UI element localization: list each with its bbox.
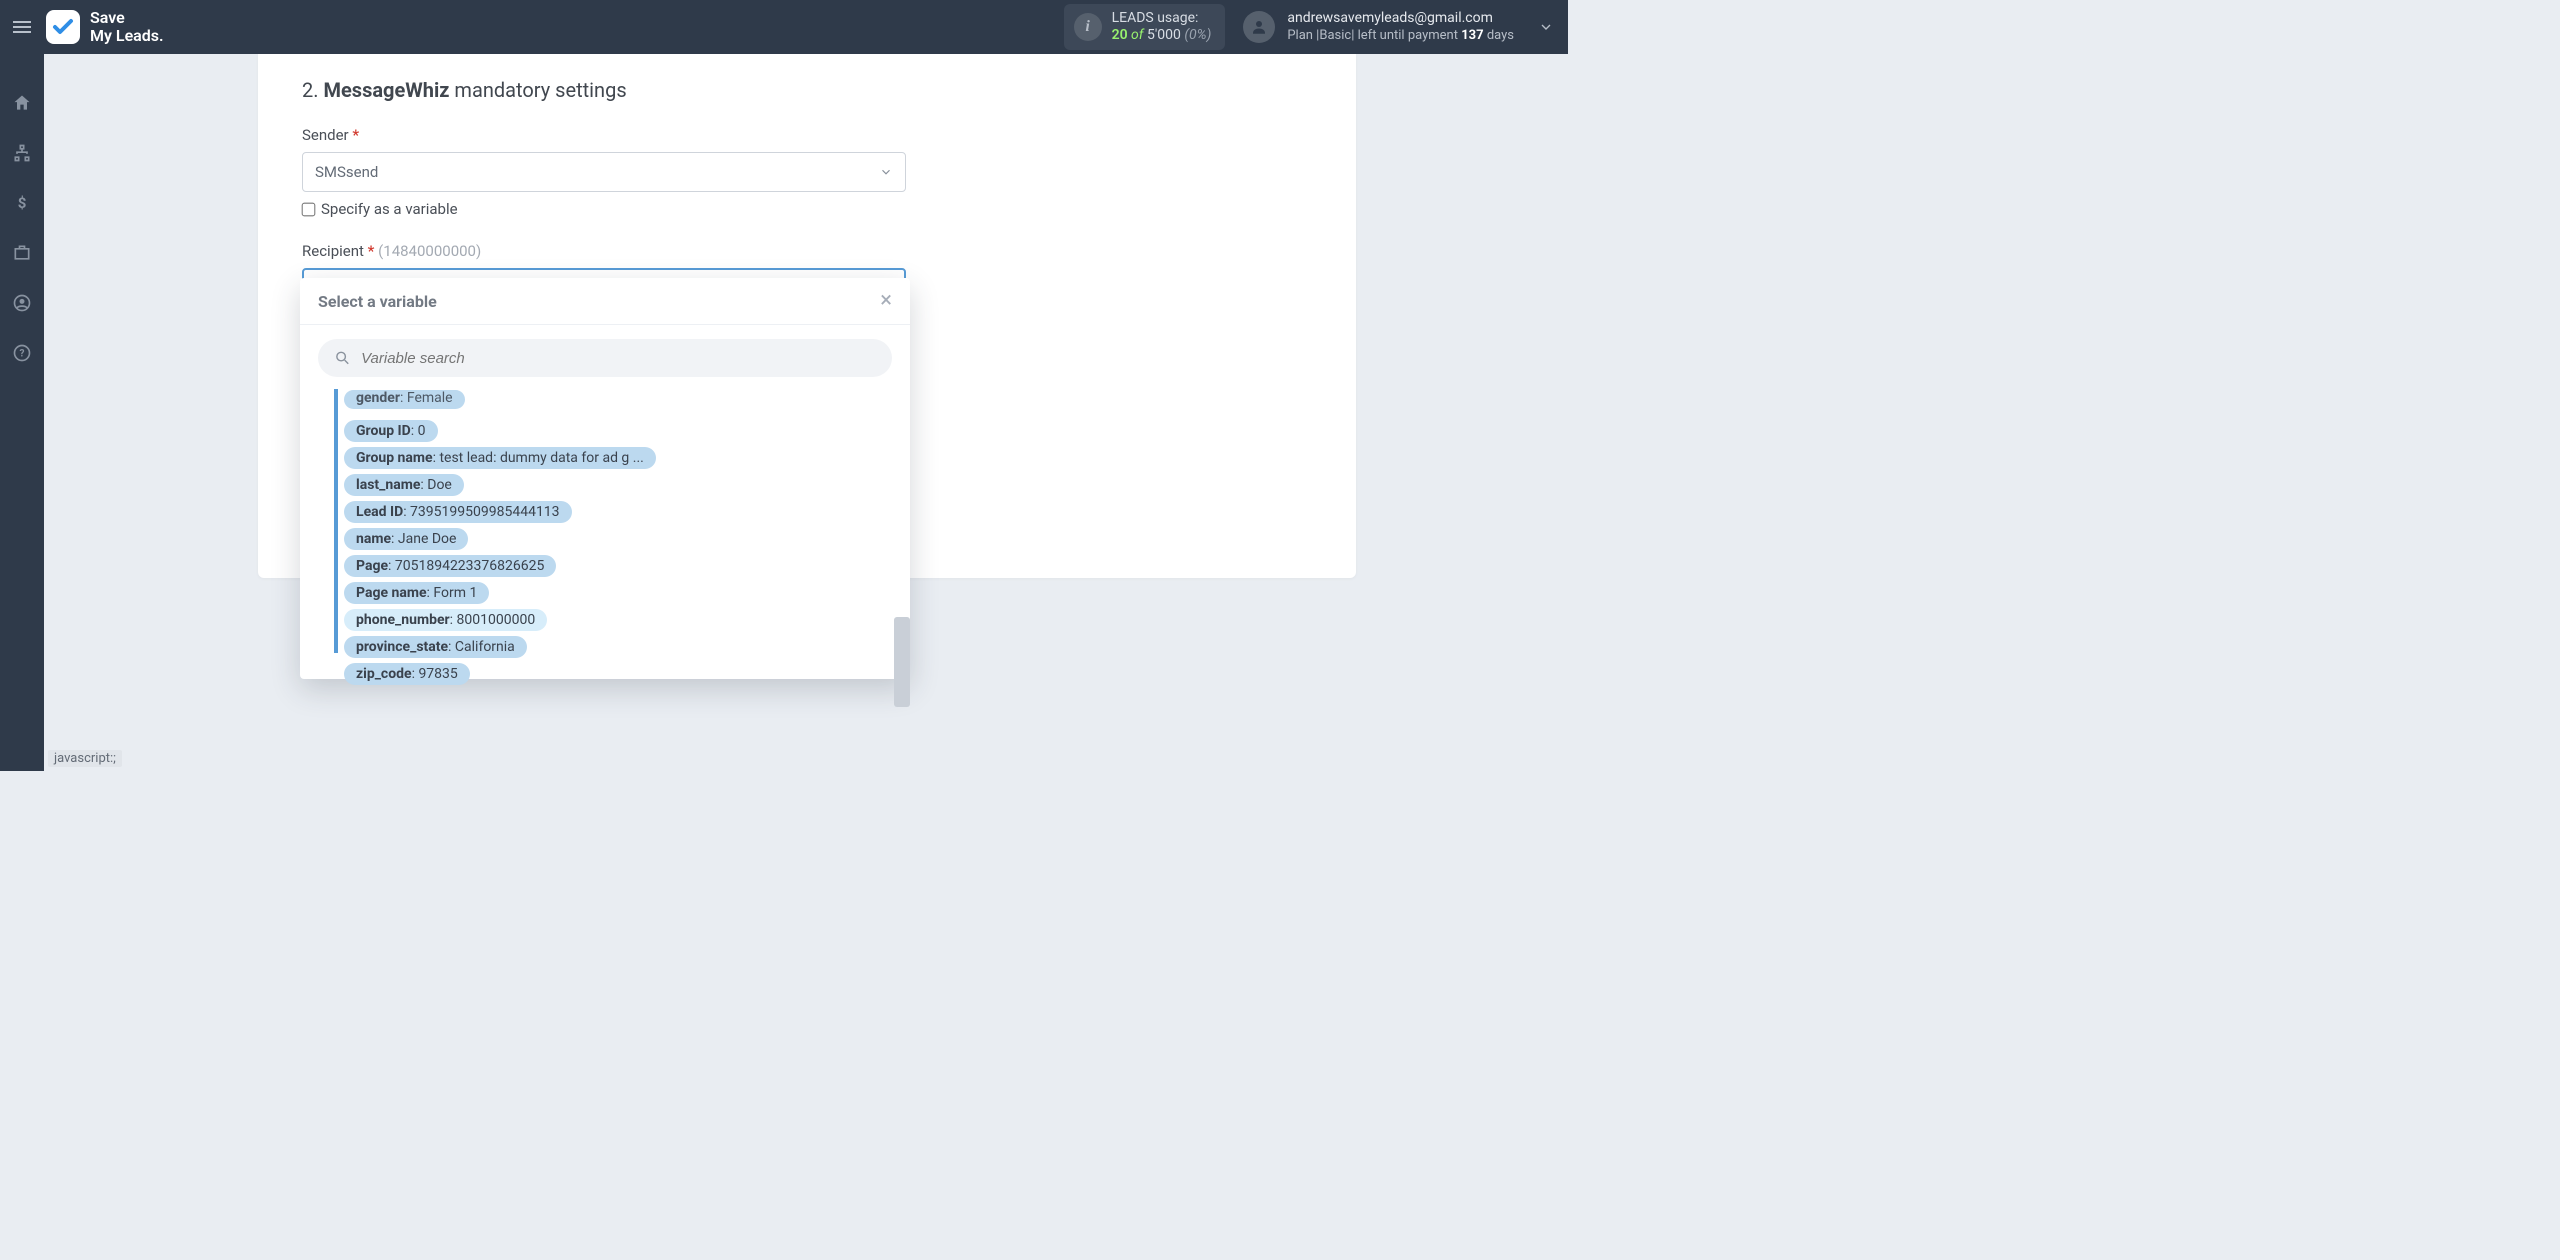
avatar [1243, 11, 1275, 43]
sender-label: Sender * [302, 126, 1312, 144]
leads-of: of [1128, 27, 1147, 43]
variable-option[interactable]: last_name: Doe [344, 474, 886, 496]
svg-text:$: $ [18, 194, 27, 212]
variable-option[interactable]: phone_number: 8001000000 [344, 609, 886, 631]
variable-option[interactable]: province_state: California [344, 636, 886, 658]
variable-option[interactable]: Page: 7051894223376826625 [344, 555, 886, 577]
leads-usage-text: LEADS usage: 20 of 5'000 (0%) [1112, 10, 1212, 44]
variable-option[interactable]: Group ID: 0 [344, 420, 886, 442]
step-title: 2. MessageWhiz mandatory settings [302, 78, 1312, 102]
group-indicator [334, 389, 338, 653]
variable-option[interactable]: Group name: test lead: dummy data for ad… [344, 447, 886, 469]
sidebar: $ ? [0, 54, 44, 771]
required-asterisk: * [352, 126, 359, 144]
leads-used: 20 [1112, 27, 1128, 43]
user-email: andrewsavemyleads@gmail.com [1287, 10, 1514, 28]
leads-limit: 5'000 [1147, 27, 1181, 43]
main-canvas: 2. MessageWhiz mandatory settings Sender… [44, 54, 1568, 771]
dropdown-scrollbar[interactable] [894, 617, 910, 707]
dropdown-header: Select a variable × [300, 278, 910, 325]
plan-mid: | left until payment [1351, 28, 1461, 43]
step-tail: mandatory settings [449, 78, 626, 102]
variable-search-input[interactable] [361, 350, 876, 367]
leads-pct: (0%) [1184, 27, 1211, 43]
variable-option-truncated[interactable]: gender: Female [344, 393, 886, 415]
chevron-down-icon [879, 165, 893, 179]
required-asterisk: * [368, 242, 375, 260]
user-menu-toggle[interactable] [1524, 19, 1568, 35]
dropdown-close-button[interactable]: × [880, 290, 892, 312]
plan-name: Basic [1319, 28, 1351, 43]
home-icon [12, 93, 32, 113]
recipient-label: Recipient [302, 242, 364, 260]
sender-value: SMSsend [315, 163, 378, 181]
brand-title: Save My Leads. [90, 9, 164, 44]
step-num: 2. [302, 78, 323, 102]
sidebar-item-connections[interactable] [0, 134, 44, 172]
menu-toggle-button[interactable] [0, 0, 44, 54]
info-icon: i [1074, 13, 1102, 41]
specify-variable-checkbox[interactable] [302, 202, 316, 216]
recipient-label-row: Recipient * (14840000000) [302, 242, 1312, 260]
leads-usage-box[interactable]: i LEADS usage: 20 of 5'000 (0%) [1064, 4, 1226, 50]
brand-logo[interactable] [46, 10, 80, 44]
sidebar-item-account[interactable] [0, 284, 44, 322]
variable-dropdown: Select a variable × gender: Female Group… [300, 278, 910, 679]
sidebar-item-billing[interactable]: $ [0, 184, 44, 222]
sidebar-item-home[interactable] [0, 84, 44, 122]
step-name: MessageWhiz [323, 78, 449, 102]
brand-line2: My Leads. [90, 27, 164, 45]
app-header: Save My Leads. i LEADS usage: 20 of 5'00… [0, 0, 1568, 54]
sidebar-item-briefcase[interactable] [0, 234, 44, 272]
sidebar-item-help[interactable]: ? [0, 334, 44, 372]
sitemap-icon [12, 143, 32, 163]
briefcase-icon [12, 243, 32, 263]
user-menu[interactable]: andrewsavemyleads@gmail.com Plan |Basic|… [1243, 10, 1524, 44]
dollar-icon: $ [12, 193, 32, 213]
plan-prefix: Plan | [1287, 28, 1319, 43]
user-text: andrewsavemyleads@gmail.com Plan |Basic|… [1287, 10, 1514, 44]
sender-select[interactable]: SMSsend [302, 152, 906, 192]
hamburger-icon [10, 15, 34, 39]
variable-search[interactable] [318, 339, 892, 377]
variable-option[interactable]: zip_code: 97835 [344, 663, 886, 685]
leads-usage-label: LEADS usage: [1112, 10, 1212, 27]
specify-variable-label: Specify as a variable [321, 200, 458, 218]
check-icon [51, 15, 75, 39]
user-icon [1250, 18, 1268, 36]
variable-list: gender: Female Group ID: 0 Group name: te… [300, 389, 910, 714]
question-icon: ? [12, 343, 32, 363]
recipient-hint: (14840000000) [378, 242, 481, 260]
specify-variable-row[interactable]: Specify as a variable [302, 200, 1312, 218]
dropdown-title: Select a variable [318, 292, 437, 311]
search-icon [334, 349, 351, 367]
variable-option[interactable]: Lead ID: 7395199509985444113 [344, 501, 886, 523]
variable-option[interactable]: name: Jane Doe [344, 528, 886, 550]
brand-line1: Save [90, 9, 164, 27]
variable-option[interactable]: Page name: Form 1 [344, 582, 886, 604]
plan-suffix: days [1484, 28, 1514, 43]
chevron-down-icon [1538, 19, 1554, 35]
status-bar-link: javascript:; [48, 750, 122, 767]
user-circle-icon [12, 293, 32, 313]
plan-days: 137 [1461, 28, 1483, 43]
svg-text:?: ? [20, 348, 25, 359]
